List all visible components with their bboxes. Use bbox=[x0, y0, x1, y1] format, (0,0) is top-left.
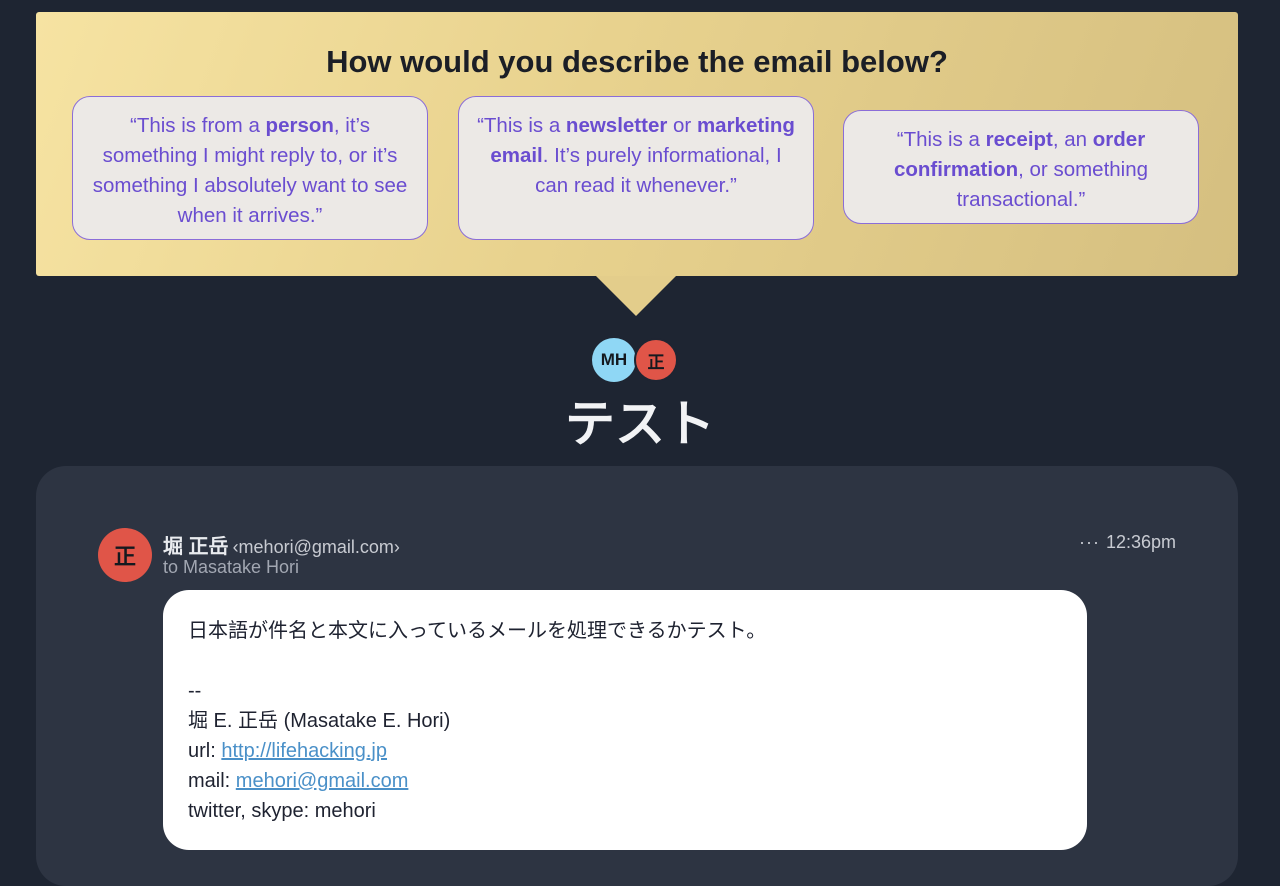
sender-avatar: 正 bbox=[98, 528, 152, 582]
prompt-title: How would you describe the email below? bbox=[326, 44, 948, 79]
body-line: 日本語が件名と本文に入っているメールを処理できるかテスト。 bbox=[188, 620, 767, 642]
option-person-card[interactable]: “This is from a person, it’s something I… bbox=[72, 96, 428, 240]
email-subject: テスト bbox=[565, 396, 715, 452]
email-body: 日本語が件名と本文に入っているメールを処理できるかテスト。 -- 堀 E. 正岳… bbox=[163, 590, 1087, 850]
option-text: “This is from a bbox=[130, 114, 266, 137]
option-receipt-card[interactable]: “This is a receipt, an order confirmatio… bbox=[843, 110, 1199, 224]
participant-avatar-mh: MH bbox=[592, 338, 636, 382]
participant-avatars: MH 正 bbox=[592, 338, 682, 382]
signature-name: 堀 E. 正岳 (Masatake E. Hori) bbox=[188, 710, 451, 732]
signature-social: twitter, skype: mehori bbox=[188, 800, 376, 822]
option-text: “This is a bbox=[477, 114, 566, 137]
url-label: url: bbox=[188, 740, 222, 762]
option-text: “This is a bbox=[896, 128, 986, 151]
option-text: . It’s purely informational, I can read … bbox=[535, 144, 782, 197]
signature-separator: -- bbox=[188, 680, 202, 702]
option-newsletter-card[interactable]: “This is a newsletter or marketing email… bbox=[458, 96, 814, 240]
recipient-line: to Masatake Hori bbox=[163, 557, 300, 577]
mail-label: mail: bbox=[188, 770, 236, 792]
signature-url-line: url: http://lifehacking.jp bbox=[188, 736, 1062, 766]
sender-name: 堀 正岳 bbox=[163, 536, 229, 558]
more-options-icon[interactable]: ··· bbox=[1079, 532, 1100, 552]
prompt-panel: How would you describe the email below? … bbox=[36, 12, 1238, 276]
option-text: , an bbox=[1052, 128, 1093, 151]
email-card: 正 堀 正岳 ‹mehori@gmail.com› to Masatake Hor… bbox=[36, 466, 1238, 886]
option-keyword: newsletter bbox=[565, 114, 668, 137]
option-keyword: person bbox=[265, 114, 334, 137]
option-keyword: receipt bbox=[985, 128, 1053, 151]
signature-mail-line: mail: mehori@gmail.com bbox=[188, 766, 1062, 796]
url-link[interactable]: http://lifehacking.jp bbox=[221, 740, 387, 762]
participant-avatar-sender: 正 bbox=[634, 338, 678, 382]
prompt-pointer-arrow bbox=[596, 276, 676, 316]
sender-line: 堀 正岳 ‹mehori@gmail.com› bbox=[163, 530, 400, 559]
option-text: or bbox=[667, 114, 697, 137]
timestamp-time: 12:36pm bbox=[1105, 532, 1176, 552]
timestamp: ··· 12:36pm bbox=[1079, 532, 1176, 553]
sender-email: ‹mehori@gmail.com› bbox=[232, 537, 400, 557]
mail-link[interactable]: mehori@gmail.com bbox=[236, 770, 409, 792]
